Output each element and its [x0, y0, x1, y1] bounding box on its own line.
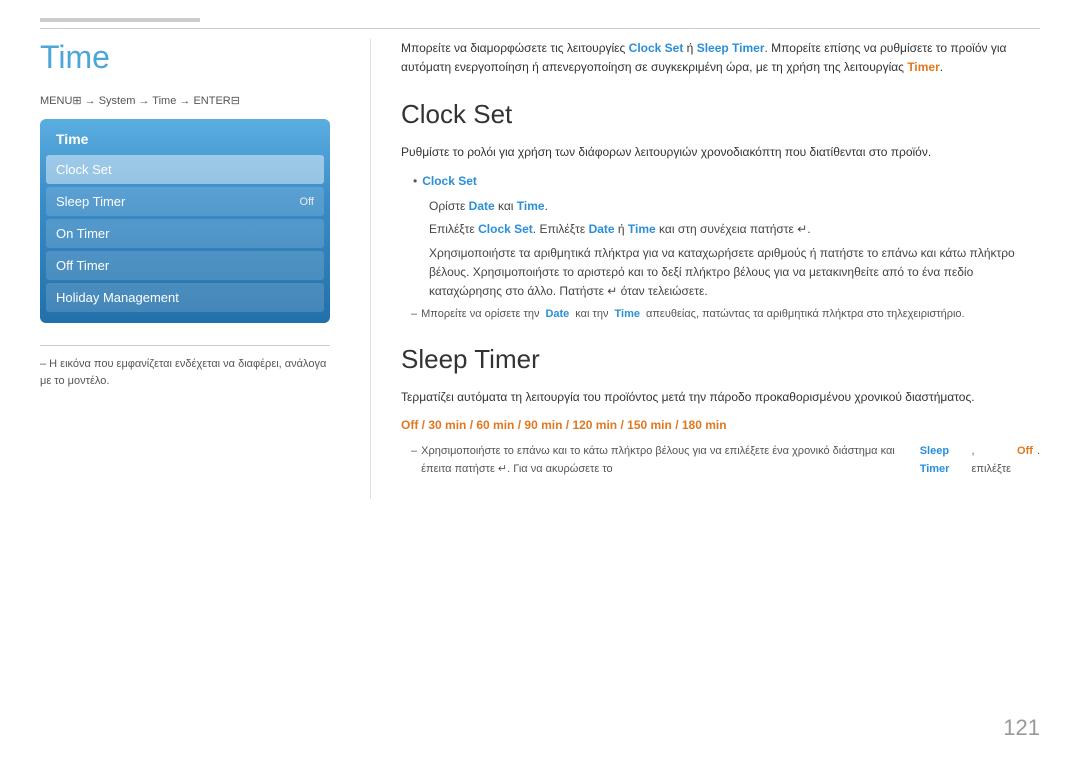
date-keyword3: Date [545, 305, 569, 324]
clock-set-bullet-label: Clock Set [422, 171, 477, 191]
off-keyword: Off [1017, 442, 1033, 461]
menu-item-label: Holiday Management [56, 290, 179, 305]
menu-box: Time Clock Set Sleep Timer Off On Timer … [40, 119, 330, 323]
off-option: Off [401, 418, 418, 432]
time-keyword3: Time [615, 305, 640, 324]
clock-set-title: Clock Set [401, 99, 1040, 130]
left-note: – Η εικόνα που εμφανίζεται ενδέχεται να … [40, 345, 330, 389]
150min-option: 150 min [627, 418, 672, 432]
time-keyword2: Time [628, 222, 656, 236]
clock-set-bullet: Clock Set [413, 171, 1040, 191]
page-number: 121 [1003, 715, 1040, 741]
date-keyword2: Date [589, 222, 615, 236]
intro-timer-highlight: Timer [907, 60, 939, 74]
left-panel: Time MENU⊞ → System → Time → ENTER⊟ Time… [40, 39, 350, 499]
clock-set-note: Μπορείτε να ορίσετε την Date και την Tim… [411, 305, 1040, 324]
time-keyword1: Time [517, 199, 545, 213]
right-panel: Μπορείτε να διαμορφώσετε τις λειτουργίες… [391, 39, 1040, 499]
intro-paragraph: Μπορείτε να διαμορφώσετε τις λειτουργίες… [401, 39, 1040, 77]
clock-set-desc: Ρυθμίστε το ρολόι για χρήση των διάφορων… [401, 142, 1040, 162]
menu-item-off-timer[interactable]: Off Timer [46, 251, 324, 280]
menu-item-label: Off Timer [56, 258, 109, 273]
30min-option: 30 min [428, 418, 466, 432]
clock-set-body: Ρυθμίστε το ρολόι για χρήση των διάφορων… [401, 142, 1040, 323]
clock-set-sub3: Χρησιμοποιήστε τα αριθμητικά πλήκτρα για… [429, 244, 1040, 302]
panel-divider [370, 39, 371, 499]
clock-set-keyword: Clock Set [478, 222, 533, 236]
menu-item-badge: Off [300, 196, 314, 208]
menu-item-sleep-timer[interactable]: Sleep Timer Off [46, 187, 324, 216]
page-title: Time [40, 39, 330, 76]
intro-sleep-timer-highlight: Sleep Timer [697, 41, 765, 55]
menu-item-label: On Timer [56, 226, 109, 241]
date-keyword1: Date [469, 199, 495, 213]
sleep-timer-desc: Τερματίζει αυτόματα τη λειτουργία του πρ… [401, 387, 1040, 407]
sleep-timer-options: Off / 30 min / 60 min / 90 min / 120 min… [401, 415, 1040, 435]
sleep-timer-keyword: Sleep Timer [920, 442, 966, 479]
sleep-timer-note: Χρησιμοποιήστε το επάνω και το κάτω πλήκ… [411, 442, 1040, 479]
menu-item-on-timer[interactable]: On Timer [46, 219, 324, 248]
menu-item-label: Sleep Timer [56, 194, 125, 209]
horizontal-rule [40, 28, 1040, 29]
menu-path: MENU⊞ → System → Time → ENTER⊟ [40, 94, 330, 107]
clock-set-sub1: Ορίστε Date και Time. [429, 197, 1040, 216]
90min-option: 90 min [524, 418, 562, 432]
menu-item-label: Clock Set [56, 162, 112, 177]
sleep-timer-body: Τερματίζει αυτόματα τη λειτουργία του πρ… [401, 387, 1040, 479]
menu-item-holiday-management[interactable]: Holiday Management [46, 283, 324, 312]
sleep-timer-title: Sleep Timer [401, 344, 1040, 375]
intro-clock-set-highlight: Clock Set [629, 41, 684, 55]
top-decorative-line [40, 18, 200, 22]
menu-path-text: MENU⊞ → System → Time → ENTER⊟ [40, 94, 240, 107]
clock-set-sub2: Επιλέξτε Clock Set. Επιλέξτε Date ή Time… [429, 220, 1040, 239]
left-note-text: – Η εικόνα που εμφανίζεται ενδέχεται να … [40, 358, 326, 387]
180min-option: 180 min [682, 418, 727, 432]
menu-item-clock-set[interactable]: Clock Set [46, 155, 324, 184]
120min-option: 120 min [572, 418, 617, 432]
menu-box-title: Time [46, 127, 324, 155]
60min-option: 60 min [476, 418, 514, 432]
